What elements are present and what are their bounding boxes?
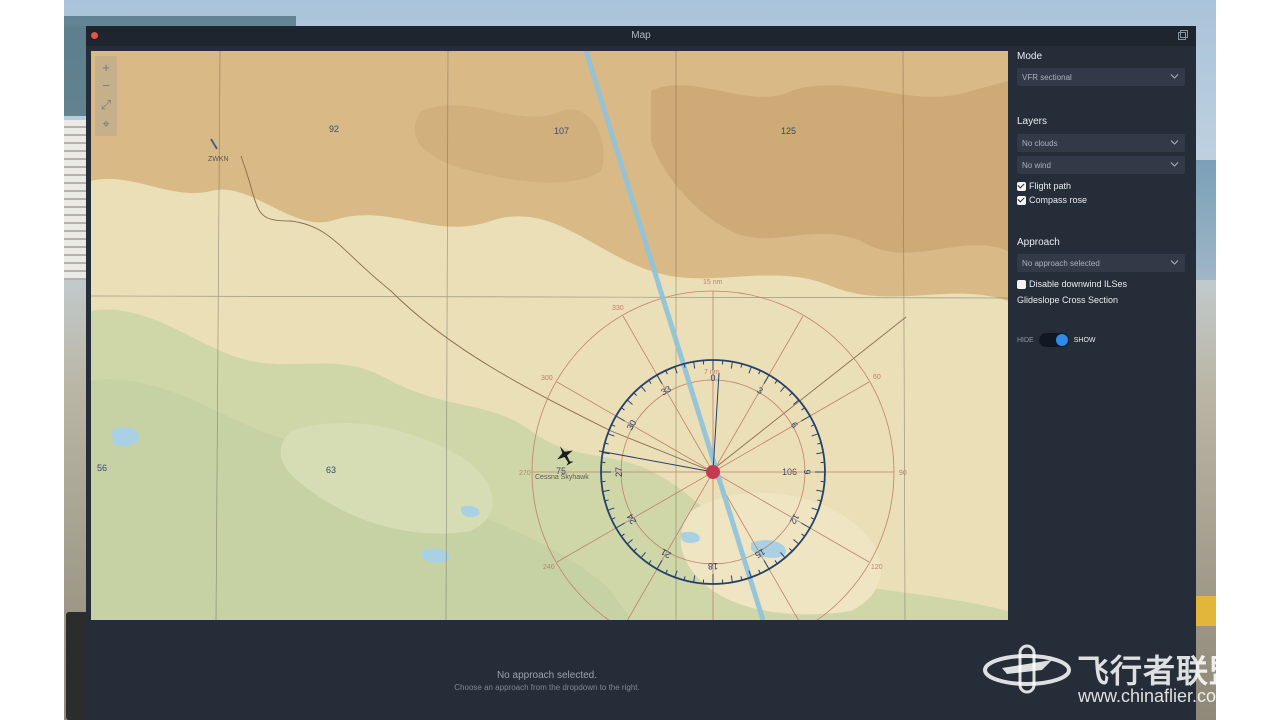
flight-path-label: Flight path <box>1029 181 1072 191</box>
disable-downwind-label: Disable downwind ILSes <box>1029 279 1128 289</box>
toggle-show-label: SHOW <box>1073 336 1096 344</box>
mode-label: Mode <box>1017 51 1043 62</box>
glideslope-label: Glideslope Cross Section <box>1017 295 1119 305</box>
checkbox-icon[interactable] <box>1017 279 1026 289</box>
approach-status-hint: Choose an approach from the dropdown to … <box>454 683 640 692</box>
outer-ring-label: 270 <box>519 470 531 477</box>
grid-label: 92 <box>329 124 339 134</box>
center-icon[interactable]: ⌖ <box>98 116 114 132</box>
approach-status: No approach selected. <box>496 670 598 681</box>
simulator-data-strip <box>64 16 296 26</box>
title-bar[interactable]: Map <box>86 26 1196 46</box>
simulator-sky-strip <box>1196 160 1216 280</box>
waypoint-label: ZWKN <box>208 156 229 163</box>
simulator-ground-marker <box>1196 596 1216 626</box>
chevron-down-icon <box>1170 140 1179 145</box>
chevron-down-icon <box>1170 74 1179 79</box>
mode-value: VFR sectional <box>1022 73 1072 82</box>
simulator-hangar <box>64 120 88 280</box>
approach-value: No approach selected <box>1022 259 1100 268</box>
grid-label: 63 <box>326 465 336 475</box>
range-outer-label: 15 nm <box>703 279 723 286</box>
outer-ring-label: 240 <box>543 564 555 571</box>
aircraft-label: Cessna Skyhawk <box>535 474 589 481</box>
toggle-knob <box>1055 334 1068 346</box>
approach-dropdown[interactable]: No approach selected <box>1017 254 1185 272</box>
checkbox-icon[interactable] <box>1017 195 1026 205</box>
zoom-out-icon[interactable]: − <box>98 77 114 93</box>
outer-ring-label: 330 <box>612 305 624 312</box>
window-title: Map <box>631 30 651 41</box>
compass-rose-checkbox[interactable]: Compass rose <box>1017 195 1087 205</box>
grid-label: 56 <box>97 463 107 473</box>
compass-label: 9 <box>802 469 812 474</box>
toggle-hide-label: HIDE <box>1017 336 1034 344</box>
chevron-down-icon <box>1170 162 1179 167</box>
outer-ring-label: 120 <box>871 564 883 571</box>
outer-ring-label: 300 <box>541 375 553 382</box>
compass-rose-label: Compass rose <box>1029 195 1088 205</box>
map-toolbar: + − ⤢ ⌖ <box>95 56 117 136</box>
clouds-value: No clouds <box>1022 139 1058 148</box>
compass-label: 18 <box>708 561 718 571</box>
wind-dropdown[interactable]: No wind <box>1017 156 1185 174</box>
zoom-in-icon[interactable]: + <box>98 59 114 75</box>
flight-path-checkbox[interactable]: Flight path <box>1017 181 1071 191</box>
chevron-down-icon <box>1170 260 1179 265</box>
mode-dropdown[interactable]: VFR sectional <box>1017 68 1185 86</box>
approach-label: Approach <box>1017 237 1060 248</box>
fit-icon[interactable]: ⤢ <box>98 97 114 113</box>
clouds-dropdown[interactable]: No clouds <box>1017 134 1185 152</box>
layers-label: Layers <box>1017 116 1048 127</box>
outer-ring-label: 60 <box>873 374 881 381</box>
compass-label: 0 <box>710 373 715 383</box>
popout-icon[interactable] <box>1178 30 1188 40</box>
checkbox-icon[interactable] <box>1017 181 1026 191</box>
glideslope-toggle[interactable] <box>1038 333 1069 347</box>
disable-downwind-checkbox[interactable]: Disable downwind ILSes <box>1017 279 1127 289</box>
grid-label: 125 <box>781 126 796 136</box>
simulator-gauge <box>66 612 88 720</box>
grid-label: 107 <box>554 126 569 136</box>
map-canvas[interactable]: 92 107 125 56 63 75 106 ZWKN 15 nm 7 nm … <box>91 51 1008 620</box>
map-window: Map 92 107 125 56 63 75 106 ZWKN 15 nm 7… <box>86 26 1196 720</box>
simulator-side-panel <box>64 26 86 116</box>
wind-value: No wind <box>1022 161 1051 170</box>
outer-ring-label: 90 <box>899 470 907 477</box>
watermark-url: www.chinaflier.com <box>1078 686 1232 706</box>
vfr-sectional-map: 92 107 125 56 63 75 106 ZWKN 15 nm 7 nm … <box>91 51 1008 620</box>
compass-label: 27 <box>614 467 624 477</box>
glideslope-toggle-row: HIDE SHOW <box>1017 333 1096 347</box>
